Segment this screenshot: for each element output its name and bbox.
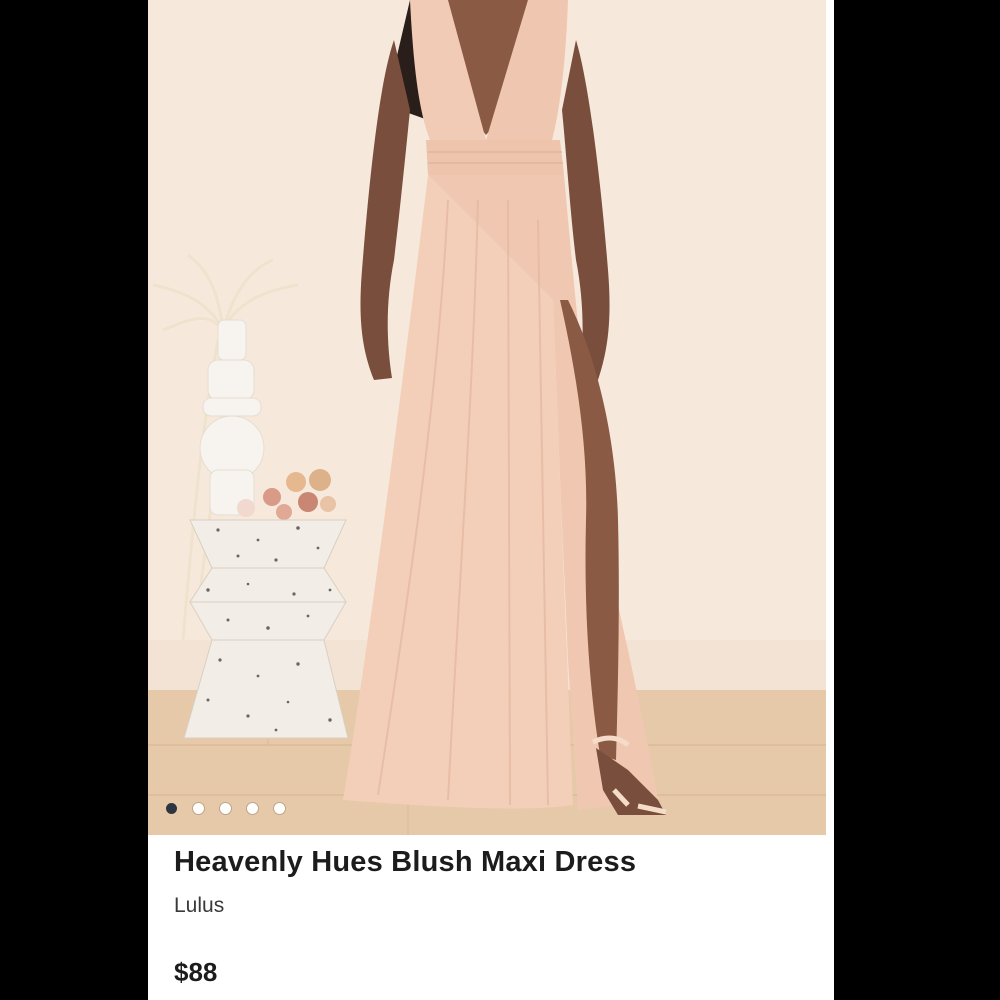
carousel-dot-3[interactable] <box>220 803 231 814</box>
carousel-dot-1[interactable] <box>166 803 177 814</box>
product-brand[interactable]: Lulus <box>174 894 224 918</box>
carousel-dot-2[interactable] <box>193 803 204 814</box>
product-title[interactable]: Heavenly Hues Blush Maxi Dress <box>174 846 636 879</box>
product-photo-illustration <box>148 0 826 835</box>
carousel-dot-5[interactable] <box>274 803 285 814</box>
product-price: $88 <box>174 957 218 987</box>
carousel-indicators <box>166 803 285 814</box>
carousel-dot-4[interactable] <box>247 803 258 814</box>
product-card[interactable]: Heavenly Hues Blush Maxi Dress Lulus $88 <box>148 0 834 1000</box>
product-image[interactable] <box>148 0 826 835</box>
